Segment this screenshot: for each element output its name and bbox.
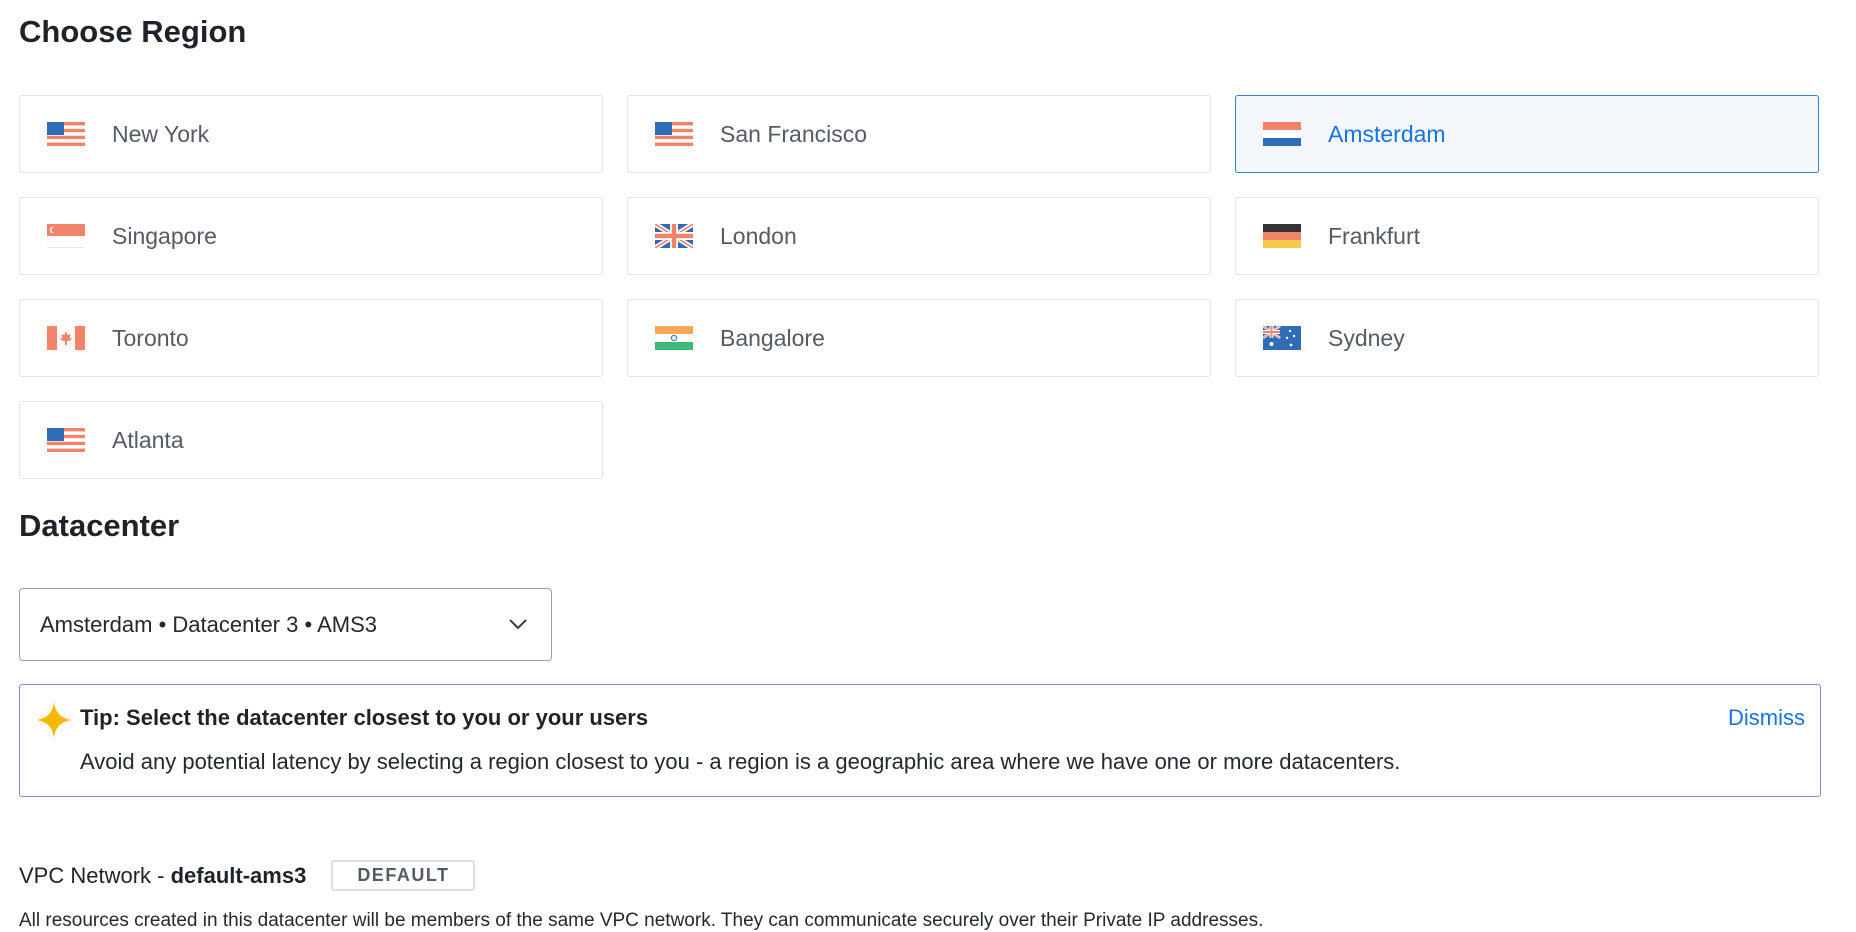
region-card-bangalore[interactable]: Bangalore xyxy=(627,299,1211,377)
region-label-amsterdam: Amsterdam xyxy=(1328,120,1446,147)
germany-flag-icon xyxy=(1263,224,1301,248)
datacenter-title: Datacenter xyxy=(19,508,180,543)
vpc-network-name: default-ams3 xyxy=(170,862,307,888)
us-flag-icon xyxy=(655,122,693,146)
tip-title: Tip: Select the datacenter closest to yo… xyxy=(80,705,649,730)
tip-banner: Tip: Select the datacenter closest to yo… xyxy=(19,684,1821,797)
uk-flag-icon xyxy=(655,224,693,248)
region-card-san-francisco[interactable]: San Francisco xyxy=(627,95,1211,173)
region-label-bangalore: Bangalore xyxy=(720,324,825,351)
datacenter-select[interactable]: Amsterdam • Datacenter 3 • AMS3 xyxy=(19,588,552,661)
region-card-atlanta[interactable]: Atlanta xyxy=(19,401,603,479)
netherlands-flag-icon xyxy=(1263,122,1301,146)
vpc-network-prefix: VPC Network - xyxy=(19,862,171,888)
region-card-new-york[interactable]: New York xyxy=(19,95,603,173)
region-card-toronto[interactable]: Toronto xyxy=(19,299,603,377)
region-label-singapore: Singapore xyxy=(112,222,217,249)
region-label-sydney: Sydney xyxy=(1328,324,1405,351)
vpc-description: All resources created in this datacenter… xyxy=(19,910,1264,931)
dismiss-link[interactable]: Dismiss xyxy=(1728,705,1805,731)
region-label-toronto: Toronto xyxy=(112,324,189,351)
region-card-amsterdam[interactable]: Amsterdam xyxy=(1235,95,1819,173)
region-label-london: London xyxy=(720,222,797,249)
region-label-frankfurt: Frankfurt xyxy=(1328,222,1421,249)
region-card-sydney[interactable]: Sydney xyxy=(1235,299,1819,377)
singapore-flag-icon xyxy=(47,224,85,248)
sparkle-star-icon xyxy=(36,702,72,738)
region-card-london[interactable]: London xyxy=(627,197,1211,275)
us-flag-icon xyxy=(47,122,85,146)
region-label-new-york: New York xyxy=(112,120,210,147)
vpc-network-row: VPC Network - default-ams3 DEFAULT xyxy=(19,860,476,891)
canada-flag-icon xyxy=(47,326,85,350)
australia-flag-icon xyxy=(1263,326,1301,350)
datacenter-select-value: Amsterdam • Datacenter 3 • AMS3 xyxy=(40,611,377,637)
choose-region-title: Choose Region xyxy=(19,14,247,49)
india-flag-icon xyxy=(655,326,693,350)
region-label-atlanta: Atlanta xyxy=(112,426,184,453)
region-card-singapore[interactable]: Singapore xyxy=(19,197,603,275)
tip-body: Avoid any potential latency by selecting… xyxy=(80,749,1401,774)
us-flag-icon xyxy=(47,428,85,452)
chevron-down-icon xyxy=(509,619,527,630)
region-label-san-francisco: San Francisco xyxy=(720,120,868,147)
default-badge: DEFAULT xyxy=(331,860,476,891)
region-card-frankfurt[interactable]: Frankfurt xyxy=(1235,197,1819,275)
